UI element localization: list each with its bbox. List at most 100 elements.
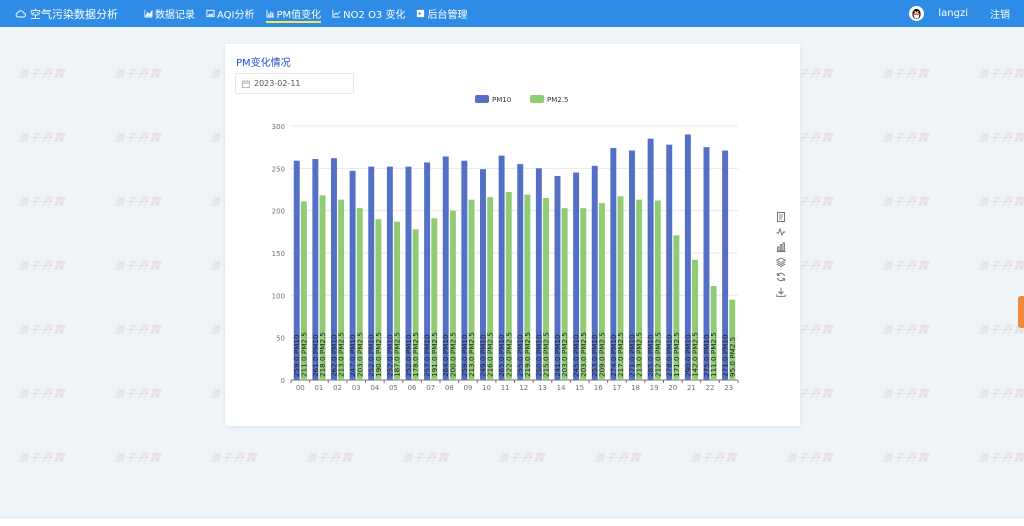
watermark-text: 浪子丹霞	[114, 69, 162, 80]
bar-data-label: 212.0 PM2.5	[653, 332, 662, 377]
x-tick-label: 02	[333, 384, 342, 392]
watermark-text: 浪子丹霞	[114, 133, 162, 144]
calendar-icon	[242, 79, 250, 88]
watermark-text: 浪子丹霞	[18, 453, 66, 464]
x-tick-label: 15	[575, 384, 584, 392]
watermark-text: 浪子丹霞	[114, 261, 162, 272]
legend-swatch-pm10	[475, 95, 489, 103]
watermark-text: 浪子丹霞	[498, 453, 546, 464]
y-tick-label: 300	[272, 123, 285, 131]
data-view-icon[interactable]	[776, 212, 786, 222]
line-chart-icon	[332, 9, 341, 18]
restore-icon[interactable]	[776, 272, 786, 282]
brand[interactable]: 空气污染数据分析	[15, 6, 118, 22]
x-tick-label: 13	[538, 384, 547, 392]
bar-data-label: 171.0 PM2.5	[672, 332, 681, 377]
watermark-text: 浪子丹霞	[114, 197, 162, 208]
x-tick-label: 14	[557, 384, 566, 392]
logout-button[interactable]: 注销	[990, 6, 1010, 21]
nav-item-data-records[interactable]: 数据记录	[144, 0, 195, 27]
x-tick-label: 12	[519, 384, 528, 392]
watermark-text: 浪子丹霞	[18, 197, 66, 208]
watermark-text: 浪子丹霞	[978, 133, 1024, 144]
bar-data-label: 211.0 PM2.5	[299, 332, 308, 377]
watermark-text: 浪子丹霞	[882, 133, 930, 144]
watermark-text: 浪子丹霞	[978, 389, 1024, 400]
y-tick-label: 100	[272, 292, 285, 300]
bar-data-label: 222.0 PM2.5	[504, 332, 513, 377]
bar-data-label: 217.0 PM2.5	[616, 332, 625, 377]
legend-swatch-pm25	[530, 95, 544, 103]
legend-label: PM10	[492, 96, 511, 104]
bar-data-label: 187.0 PM2.5	[393, 332, 402, 377]
watermark-text: 浪子丹霞	[978, 197, 1024, 208]
picture-chart-icon	[206, 9, 215, 18]
chart-toolbox	[776, 212, 788, 302]
bar-data-label: 215.0 PM2.5	[542, 332, 551, 377]
watermark-text: 浪子丹霞	[882, 389, 930, 400]
x-tick-label: 21	[687, 384, 696, 392]
watermark-text: 浪子丹霞	[978, 261, 1024, 272]
avatar[interactable]	[909, 6, 925, 21]
card-title: PM变化情况	[236, 58, 291, 69]
bar-data-label: 216.0 PM2.5	[486, 332, 495, 377]
x-tick-label: 19	[650, 384, 659, 392]
x-tick-label: 05	[389, 384, 398, 392]
bar-data-label: 203.0 PM2.5	[560, 332, 569, 377]
watermark-text: 浪子丹霞	[978, 453, 1024, 464]
y-tick-label: 200	[272, 208, 285, 216]
nav-item-label: 后台管理	[427, 10, 468, 21]
watermark-text: 浪子丹霞	[306, 453, 354, 464]
x-tick-label: 07	[426, 384, 435, 392]
watermark-text: 浪子丹霞	[978, 69, 1024, 80]
bar-data-label: 209.0 PM2.5	[597, 332, 606, 377]
x-tick-label: 10	[482, 384, 491, 392]
nav-item-label: AQI分析	[217, 10, 255, 21]
x-tick-label: 16	[594, 384, 603, 392]
watermark-text: 浪子丹霞	[882, 453, 930, 464]
watermark-text: 浪子丹霞	[786, 453, 834, 464]
date-picker[interactable]: 2023-02-11	[235, 73, 354, 94]
watermark-text: 浪子丹霞	[18, 389, 66, 400]
pm-chart-card: 0 50 100 150 200 250 300 00 259.0 PM10 211.0 PM2.…	[225, 44, 800, 426]
bar-data-label: 190.0 PM2.5	[374, 332, 383, 377]
nav-item-label: PM值变化	[276, 10, 322, 21]
watermark-text: 浪子丹霞	[402, 453, 450, 464]
admin-icon	[417, 9, 425, 18]
watermark-text: 浪子丹霞	[882, 69, 930, 80]
nav-menu: 数据记录 AQI分析 PM值变化 NO2 O3 变化 后台管理	[144, 0, 478, 27]
nav-item-aqi-analysis[interactable]: AQI分析	[206, 0, 255, 27]
x-tick-label: 01	[314, 384, 323, 392]
area-chart-icon	[144, 9, 153, 18]
bar-data-label: 203.0 PM2.5	[355, 332, 364, 377]
x-tick-label: 06	[408, 384, 417, 392]
x-tick-label: 04	[370, 384, 379, 392]
watermark-text: 浪子丹霞	[594, 453, 642, 464]
penguin-avatar-icon	[912, 8, 922, 20]
watermark-text: 浪子丹霞	[882, 261, 930, 272]
nav-item-no2-o3[interactable]: NO2 O3 变化	[332, 0, 405, 27]
cloud-icon	[15, 9, 26, 18]
watermark-text: 浪子丹霞	[114, 389, 162, 400]
bar-switch-icon[interactable]	[776, 242, 786, 252]
username[interactable]: langzi	[938, 8, 968, 19]
brand-title: 空气污染数据分析	[30, 7, 118, 21]
save-image-icon[interactable]	[776, 287, 786, 297]
side-scroll-handle[interactable]	[1018, 296, 1024, 328]
top-navbar: 空气污染数据分析 数据记录 AQI分析 PM值变化 NO2 O3 变化 后台管理…	[0, 0, 1024, 27]
bar-data-label: 218.0 PM2.5	[318, 332, 327, 377]
x-tick-label: 08	[445, 384, 454, 392]
x-tick-label: 22	[706, 384, 715, 392]
line-switch-icon[interactable]	[776, 227, 786, 237]
bar-data-label: 178.0 PM2.5	[411, 332, 420, 377]
bar-data-label: 219.0 PM2.5	[523, 332, 532, 377]
x-tick-label: 20	[668, 384, 677, 392]
bar-data-label: 142.0 PM2.5	[691, 332, 700, 377]
stack-icon[interactable]	[776, 257, 786, 267]
date-value: 2023-02-11	[254, 79, 301, 88]
watermark-text: 浪子丹霞	[882, 197, 930, 208]
nav-item-admin[interactable]: 后台管理	[416, 0, 467, 27]
y-tick-label: 0	[281, 377, 285, 385]
nav-item-pm-change[interactable]: PM值变化	[265, 0, 322, 27]
bar-data-label: 213.0 PM2.5	[337, 332, 346, 377]
